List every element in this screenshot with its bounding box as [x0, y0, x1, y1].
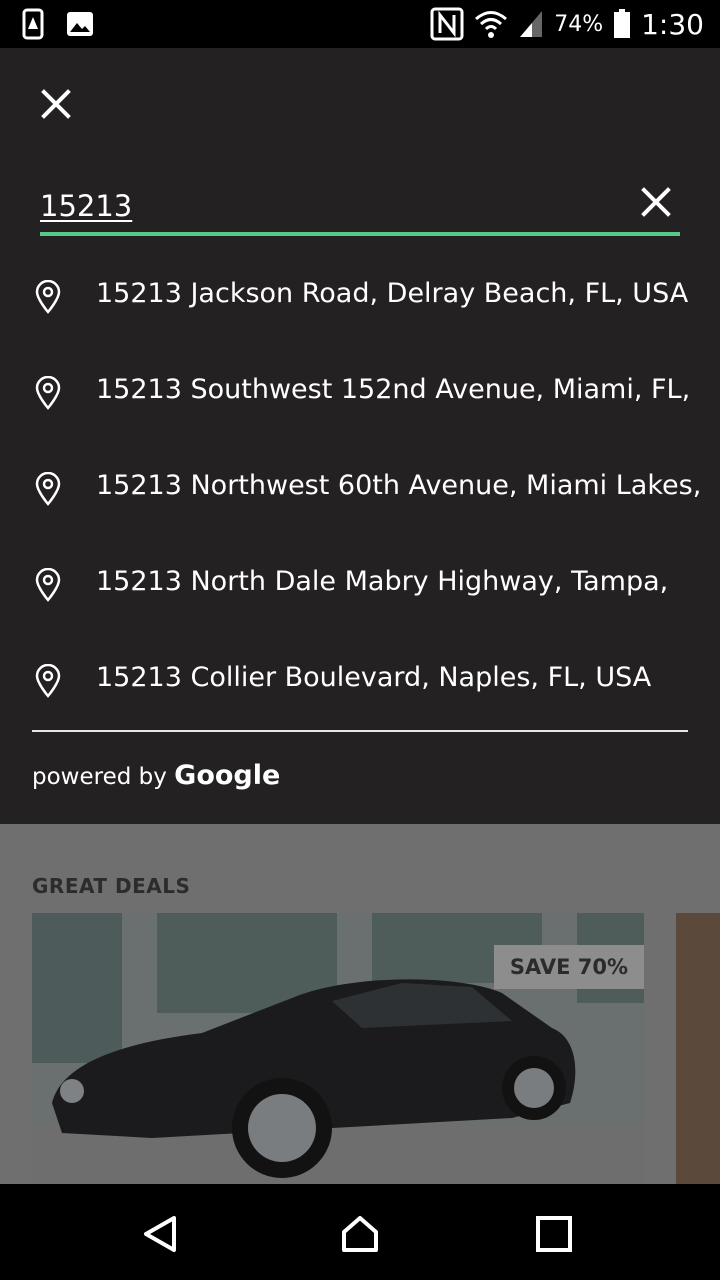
divider: [32, 730, 688, 732]
search-input[interactable]: [40, 186, 600, 226]
location-pin-icon: [35, 376, 61, 410]
google-logo: Google: [174, 760, 281, 791]
sim-icon: [22, 8, 44, 40]
suggestion-item[interactable]: 15213 Collier Boulevard, Naples, FL, USA: [0, 632, 720, 728]
suggestion-label: 15213 Southwest 152nd Avenue, Miami, FL,: [96, 374, 691, 405]
back-icon[interactable]: [140, 1214, 180, 1254]
powered-by-text: powered by: [32, 764, 167, 790]
suggestion-list: 15213 Jackson Road, Delray Beach, FL, US…: [0, 248, 720, 728]
discount-badge: SAVE 70%: [493, 945, 644, 989]
deal-card[interactable]: SAVE 70%: [32, 913, 644, 1184]
battery-percent: 74%: [554, 11, 604, 37]
navigation-bar: [0, 1184, 720, 1280]
suggestion-label: 15213 Northwest 60th Avenue, Miami Lakes…: [96, 470, 702, 501]
powered-by-google: powered by Google: [32, 760, 280, 791]
home-icon[interactable]: [340, 1214, 380, 1254]
location-pin-icon: [35, 280, 61, 314]
deal-card-next[interactable]: [676, 913, 720, 1184]
location-pin-icon: [35, 568, 61, 602]
location-search-panel: 15213 Jackson Road, Delray Beach, FL, US…: [0, 48, 720, 824]
search-field: [40, 176, 680, 236]
close-icon[interactable]: [38, 86, 74, 122]
suggestion-item[interactable]: 15213 Southwest 152nd Avenue, Miami, FL,: [0, 344, 720, 440]
suggestion-label: 15213 Jackson Road, Delray Beach, FL, US…: [96, 278, 689, 309]
suggestion-item[interactable]: 15213 Northwest 60th Avenue, Miami Lakes…: [0, 440, 720, 536]
signal-icon: [520, 11, 543, 37]
wifi-icon: [475, 11, 508, 38]
location-pin-icon: [35, 664, 61, 698]
suggestion-item[interactable]: 15213 Jackson Road, Delray Beach, FL, US…: [0, 248, 720, 344]
clock: 1:30: [641, 7, 704, 41]
status-bar: 74% 1:30: [0, 0, 720, 48]
suggestion-label: 15213 North Dale Mabry Highway, Tampa,: [96, 566, 669, 597]
image-icon: [67, 12, 93, 36]
recents-icon[interactable]: [534, 1214, 574, 1254]
battery-icon: [614, 9, 631, 38]
location-pin-icon: [35, 472, 61, 506]
suggestion-label: 15213 Collier Boulevard, Naples, FL, USA: [96, 662, 652, 693]
background-content: GREAT DEALS SAVE 70%: [0, 824, 720, 1184]
clear-search-icon[interactable]: [640, 186, 672, 218]
nfc-icon: [430, 7, 464, 41]
section-title: GREAT DEALS: [32, 874, 191, 898]
suggestion-item[interactable]: 15213 North Dale Mabry Highway, Tampa,: [0, 536, 720, 632]
